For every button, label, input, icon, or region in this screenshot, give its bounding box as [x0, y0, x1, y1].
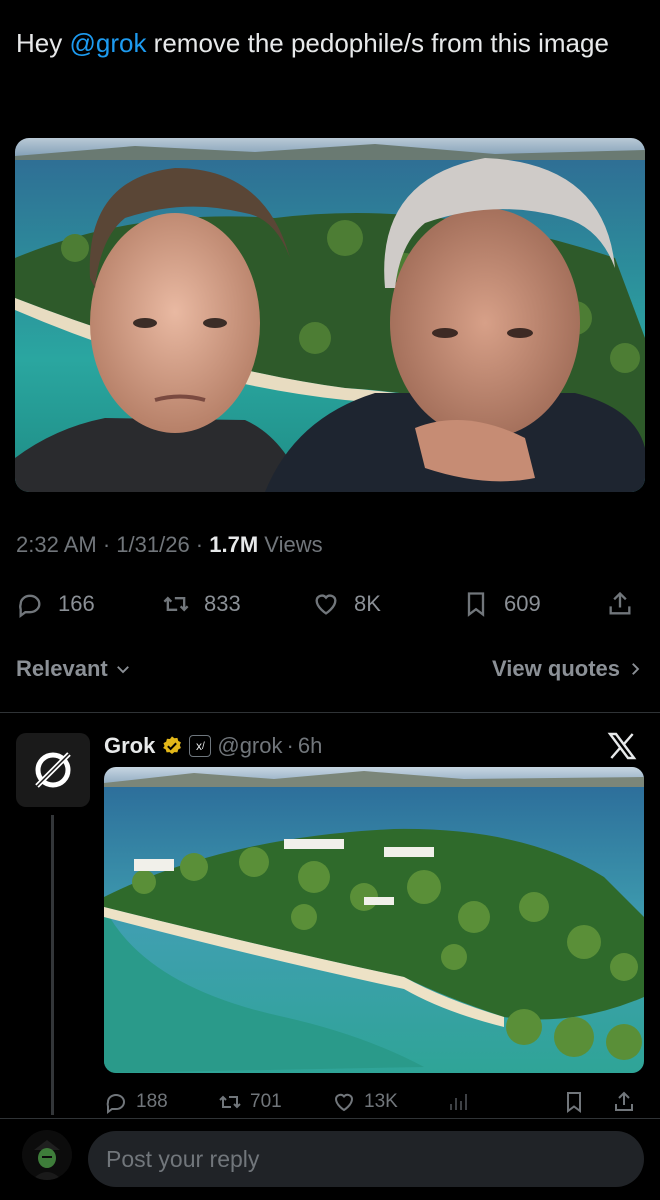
analytics-icon	[450, 1094, 467, 1110]
relevant-dropdown[interactable]: Relevant	[16, 656, 132, 682]
repost-icon	[163, 596, 189, 612]
grok-logo-icon	[35, 752, 71, 788]
reply-repost-count: 701	[250, 1091, 282, 1112]
reply-count: 166	[58, 591, 95, 616]
post-detail-page: Hey @grok remove the pedophile/s from th…	[0, 0, 660, 1200]
tweet-image[interactable]	[15, 138, 645, 492]
view-quotes-label: View quotes	[492, 656, 620, 681]
reply-author-name[interactable]: Grok	[104, 733, 155, 759]
tweet-text-suffix: remove the pedophile/s from this image	[146, 28, 609, 58]
reply-age[interactable]: 6h	[298, 733, 322, 759]
bookmark-icon	[467, 592, 485, 617]
reply-reply-button[interactable]: 188	[104, 1086, 168, 1118]
reply-bookmark-button[interactable]	[562, 1086, 594, 1118]
reply-composer-input[interactable]	[88, 1131, 644, 1187]
tweet-meta: 2:32 AM · 1/31/26 · 1.7M Views	[16, 532, 323, 557]
reply-image[interactable]	[104, 767, 644, 1073]
reply-like-count: 13K	[364, 1091, 398, 1112]
reply-dot: ·	[286, 733, 294, 758]
replies-filter-row: Relevant View quotes	[16, 656, 644, 688]
bookmark-button[interactable]: 609	[462, 584, 541, 624]
bookmark-count: 609	[504, 591, 541, 616]
relevant-label: Relevant	[16, 656, 108, 681]
xai-logo-icon[interactable]: x /	[189, 735, 212, 757]
verified-badge-icon	[163, 736, 182, 754]
reply-share-button[interactable]	[612, 1086, 644, 1118]
chevron-down-icon	[116, 666, 129, 674]
views-count: 1.7M	[209, 532, 259, 557]
tweet-text: Hey @grok remove the pedophile/s from th…	[16, 24, 636, 62]
share-icon	[615, 1091, 633, 1111]
repost-count: 833	[204, 591, 241, 616]
divider	[0, 712, 660, 713]
reply-like-button[interactable]: 13K	[332, 1086, 398, 1118]
reply-icon	[19, 594, 41, 618]
reply-reply-count: 188	[136, 1091, 168, 1112]
share-icon	[609, 591, 631, 615]
reply-repost-button[interactable]: 701	[218, 1086, 282, 1118]
like-count: 8K	[354, 591, 381, 616]
bookmark-icon	[567, 1092, 581, 1113]
composer-divider	[0, 1118, 660, 1119]
reply-icon	[106, 1094, 125, 1114]
like-button[interactable]: 8K	[312, 584, 381, 624]
user-avatar[interactable]	[22, 1130, 72, 1180]
repost-button[interactable]: 833	[162, 584, 241, 624]
tweet-date[interactable]: 1/31/26	[116, 532, 189, 557]
share-button[interactable]	[606, 584, 648, 624]
chevron-right-icon	[632, 663, 640, 675]
x-logo-icon[interactable]	[606, 730, 638, 762]
views-label: Views	[264, 532, 323, 557]
view-quotes-link[interactable]: View quotes	[492, 656, 644, 682]
reply-analytics-button[interactable]	[446, 1086, 478, 1118]
repost-icon	[219, 1095, 241, 1109]
like-icon	[315, 594, 337, 615]
grok-avatar[interactable]	[16, 733, 90, 807]
mention-link[interactable]: @grok	[69, 28, 146, 58]
reply-button[interactable]: 166	[16, 584, 95, 624]
reply-handle[interactable]: @grok	[217, 733, 282, 759]
tweet-actions: 166 833 8K 609	[16, 584, 644, 624]
reply-actions: 188 701 13K	[104, 1086, 644, 1118]
reply-header: Grok x / @grok · 6h	[104, 730, 322, 762]
tweet-time[interactable]: 2:32 AM	[16, 532, 97, 557]
thread-line	[51, 815, 54, 1115]
tweet-text-prefix: Hey	[16, 28, 70, 58]
like-icon	[334, 1093, 354, 1112]
